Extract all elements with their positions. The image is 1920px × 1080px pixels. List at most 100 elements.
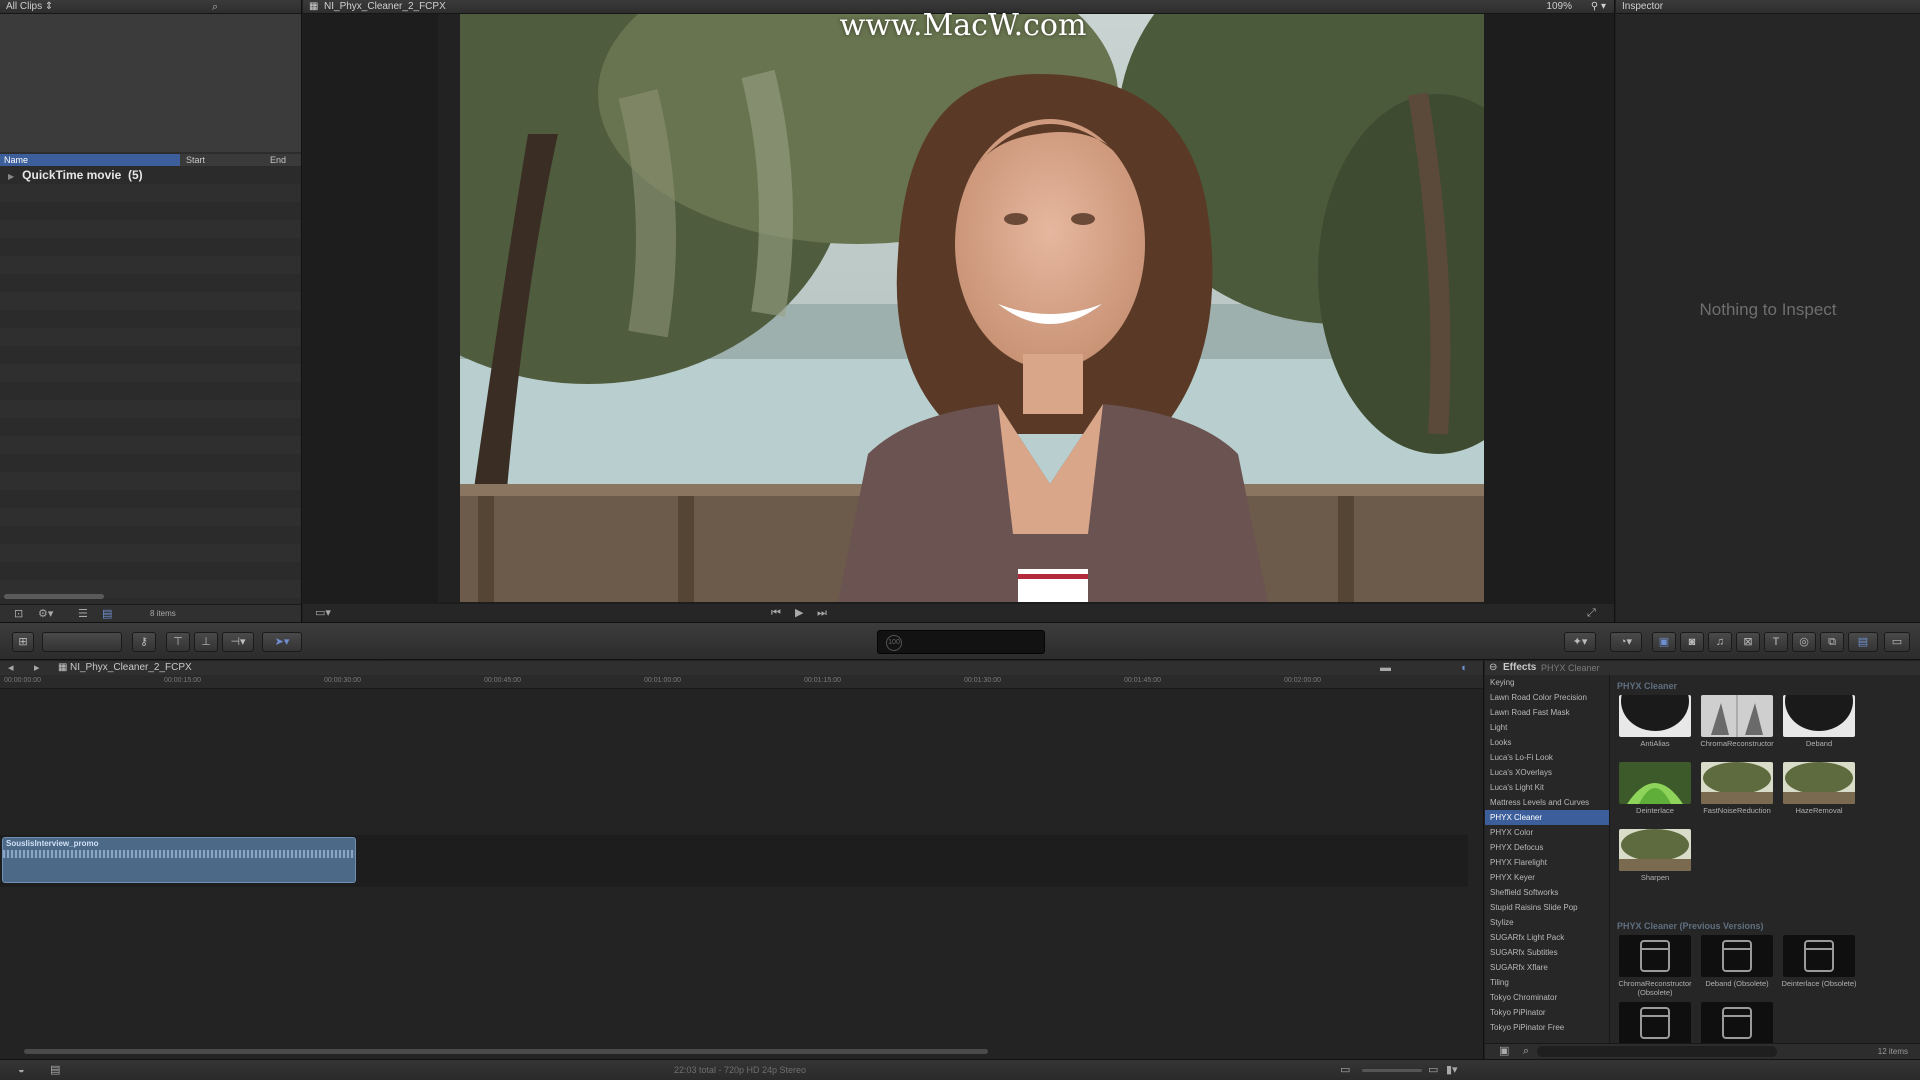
play-icon[interactable]: ▶ <box>795 606 803 620</box>
view-options-icon[interactable]: ⚲ ▾ <box>1591 0 1606 14</box>
viewer-controls: ▭▾ ⏮ ▶ ⏭ ⤢ <box>303 604 1614 622</box>
effect-tile[interactable]: Deinterlace <box>1617 762 1693 815</box>
effects-category-item[interactable]: Tokyo PiPinator <box>1485 1005 1609 1020</box>
effect-tile[interactable]: Sharpen <box>1617 829 1693 882</box>
timeline-scrollbar[interactable] <box>24 1049 988 1054</box>
effects-category-item[interactable]: Luca's Light Kit <box>1485 780 1609 795</box>
effects-category-item[interactable]: Tiling <box>1485 975 1609 990</box>
effect-tile[interactable]: Deband (Obsolete) <box>1699 935 1775 988</box>
insert-clip-button[interactable]: ⊥ <box>194 632 218 652</box>
effects-category-item[interactable]: PHYX Keyer <box>1485 870 1609 885</box>
list-item[interactable]: ▶ QuickTime movie (5) <box>0 166 301 184</box>
import-media-button[interactable]: ⊞ <box>12 632 34 652</box>
list-view-icon[interactable]: ☰ <box>78 607 88 621</box>
library-column-headers: Name Start End <box>0 154 301 166</box>
chevron-down-icon[interactable]: ⇕ <box>45 1 53 12</box>
inspector-toggle-button[interactable]: ▣ <box>1652 632 1676 652</box>
effects-category-item[interactable]: PHYX Defocus <box>1485 840 1609 855</box>
effect-tile[interactable]: FastNoiseReduction <box>1699 762 1775 815</box>
effects-category-item[interactable]: Stylize <box>1485 915 1609 930</box>
effect-tile[interactable]: DigitalMakeup(O) <box>1617 1002 1693 1043</box>
effects-category-item[interactable]: Sheffield Softworks <box>1485 885 1609 900</box>
titles-browser-button[interactable]: T <box>1764 632 1788 652</box>
zoom-in-icon[interactable]: ▭ <box>1428 1063 1438 1077</box>
forward-arrow-icon[interactable]: ▸ <box>34 661 40 675</box>
effects-category-item[interactable]: PHYX Cleaner <box>1485 810 1609 825</box>
effect-tile[interactable]: ChromaReconstructor <box>1699 695 1775 748</box>
effect-tile[interactable]: Deband <box>1781 695 1857 748</box>
effects-category-item[interactable]: Tokyo PiPinator Free <box>1485 1020 1609 1035</box>
effects-browser-button[interactable]: ▤ <box>1848 632 1878 652</box>
effect-tile[interactable]: Deinterlace (Obsolete) <box>1781 935 1857 988</box>
extra-panel-button[interactable]: ▭ <box>1884 632 1910 652</box>
skip-forward-icon[interactable]: ⏭ <box>817 606 827 620</box>
effects-category-item[interactable]: Keying <box>1485 675 1609 690</box>
sidebar-toggle-icon[interactable]: ▣ <box>1499 1044 1509 1058</box>
ruler-label: 00:01:45:00 <box>1124 677 1161 684</box>
column-end[interactable]: End <box>270 154 286 166</box>
photos-browser-button[interactable]: ◙ <box>1680 632 1704 652</box>
back-arrow-icon[interactable]: ◂ <box>8 661 14 675</box>
effects-category-item[interactable]: SUGARfx Xflare <box>1485 960 1609 975</box>
library-header[interactable]: All Clips ⇕ ⌕ <box>0 0 301 14</box>
video-frame[interactable] <box>438 14 1484 602</box>
effect-label: ChromaReconstructor (Obsolete) <box>1618 979 1692 997</box>
effects-category-item[interactable]: Lawn Road Fast Mask <box>1485 705 1609 720</box>
effect-tile[interactable]: HazeRemoval <box>1781 762 1857 815</box>
zoom-level[interactable]: 109% <box>1546 0 1572 14</box>
effects-menu-icon[interactable]: ⊖ <box>1489 661 1497 675</box>
effects-category-item[interactable]: Mattress Levels and Curves <box>1485 795 1609 810</box>
select-tool-button[interactable]: ➤▾ <box>262 632 302 652</box>
column-name[interactable]: Name <box>0 154 180 166</box>
transitions-browser-button[interactable]: ⊠ <box>1736 632 1760 652</box>
effects-category-item[interactable]: Luca's Lo-Fi Look <box>1485 750 1609 765</box>
effects-category-item[interactable]: Stupid Raisins Slide Pop <box>1485 900 1609 915</box>
gear-icon[interactable]: ⚙▾ <box>38 607 53 621</box>
effects-category-item[interactable]: PHYX Flarelight <box>1485 855 1609 870</box>
column-start[interactable]: Start <box>186 154 205 166</box>
effect-thumbnail <box>1701 1002 1773 1043</box>
skip-back-icon[interactable]: ⏮ <box>771 606 781 620</box>
effect-label: Deinterlace <box>1636 806 1674 815</box>
import-icon[interactable]: ⊡ <box>14 607 23 621</box>
generators-browser-button[interactable]: ◎ <box>1792 632 1816 652</box>
all-clips-label[interactable]: All Clips <box>6 1 42 12</box>
append-clip-button[interactable]: ⊣▾ <box>222 632 254 652</box>
effects-category-item[interactable]: Looks <box>1485 735 1609 750</box>
enhance-button[interactable]: ✦▾ <box>1564 632 1596 652</box>
disclosure-triangle-icon[interactable]: ▶ <box>8 172 14 181</box>
effects-category-item[interactable]: Luca's XOverlays <box>1485 765 1609 780</box>
search-icon[interactable]: ⌕ <box>1523 1044 1529 1058</box>
timecode-display[interactable]: 100 <box>877 630 1045 654</box>
library-scrollbar[interactable] <box>4 594 104 599</box>
themes-browser-button[interactable]: ⧉ <box>1820 632 1844 652</box>
effects-category-item[interactable]: Lawn Road Color Precision <box>1485 690 1609 705</box>
audio-meter-icon[interactable]: ▬ <box>1380 661 1391 675</box>
retime-button[interactable]: ◔▾ <box>1610 632 1642 652</box>
effect-tile[interactable]: ChromaReconstructor (Obsolete) <box>1617 935 1693 997</box>
fullscreen-icon[interactable]: ⤢ <box>1587 606 1596 620</box>
effect-tile[interactable]: FastNoiseReduct <box>1699 1002 1775 1043</box>
timeline-zoom-slider[interactable] <box>1362 1069 1422 1072</box>
effects-browser: ⊖ Effects PHYX Cleaner Keying Lawn Road C… <box>1485 661 1920 1059</box>
effects-category-item[interactable]: Tokyo Chrominator <box>1485 990 1609 1005</box>
keyword-button[interactable]: ⚷ <box>132 632 156 652</box>
viewer-options-icon[interactable]: ▭▾ <box>315 606 331 620</box>
effects-category-item[interactable]: PHYX Color <box>1485 825 1609 840</box>
filmstrip-view-icon[interactable]: ▤ <box>102 607 112 621</box>
effects-category-item[interactable]: SUGARfx Subtitles <box>1485 945 1609 960</box>
timeline-ruler[interactable]: 00:00:00:00 00:00:15:00 00:00:30:00 00:0… <box>0 675 1483 689</box>
effect-tile[interactable]: AntiAlias <box>1617 695 1693 748</box>
zoom-out-icon[interactable]: ▭ <box>1340 1063 1350 1077</box>
effect-label: ChromaReconstructor <box>1700 739 1774 748</box>
effects-category-item[interactable]: Light <box>1485 720 1609 735</box>
timeline-clip[interactable]: SouslisInterview_promo <box>2 837 356 883</box>
connect-clip-button[interactable]: ⊤ <box>166 632 190 652</box>
clip-appearance-icon[interactable]: ▮▾ <box>1446 1063 1458 1077</box>
effects-search-input[interactable] <box>1537 1046 1777 1057</box>
record-voiceover-button[interactable] <box>42 632 122 652</box>
snapping-icon[interactable]: ◖ <box>1460 661 1467 675</box>
music-browser-button[interactable]: ♫ <box>1708 632 1732 652</box>
search-icon[interactable]: ⌕ <box>212 0 218 14</box>
effects-category-item[interactable]: SUGARfx Light Pack <box>1485 930 1609 945</box>
